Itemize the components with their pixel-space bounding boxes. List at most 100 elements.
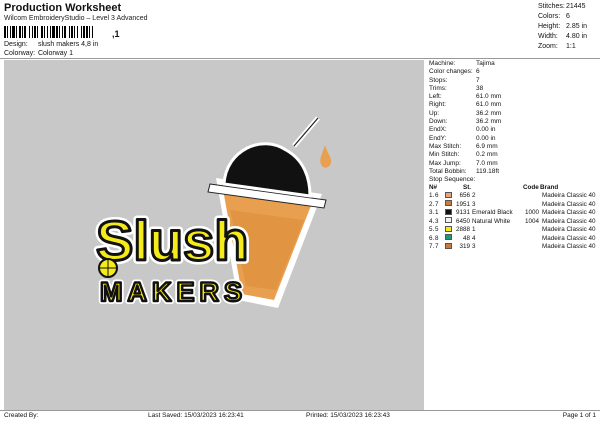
machine-info-panel: Machine: Tajima Color changes: 6 Stops: 7 Trim… (427, 60, 597, 410)
design-line: Design: slush makers 4,8 in (4, 41, 98, 48)
drop-icon (320, 145, 332, 168)
col-brand: Brand (540, 184, 559, 192)
stop-sequence-table: 1. 6 656 2 Madeira Classic 40 2. 7 1951 3 Madeira… (427, 191, 597, 253)
info-row: Down: 36.2 mm (427, 118, 597, 126)
info-value: 36.2 mm (476, 118, 502, 126)
barcode-bar (93, 26, 94, 38)
colorway-value: Colorway 1 (37, 50, 73, 57)
info-value: 7 (476, 76, 480, 84)
stat-value: 2.85 in (566, 23, 588, 30)
info-value: 61.0 mm (476, 101, 502, 109)
info-value: 38 (476, 84, 484, 92)
info-row: Color changes: 6 (427, 68, 597, 76)
info-label: Color changes: (429, 68, 473, 76)
row-stitches: 2888 (455, 226, 470, 234)
row-color-name: 1 (472, 226, 476, 234)
slush-word: Slush (96, 209, 248, 272)
info-value: Tajima (476, 60, 495, 67)
info-label: Max Jump: (429, 159, 461, 167)
row-stitches: 48 (462, 234, 470, 242)
stat-row: Width: 4.80 in (538, 32, 596, 42)
machine-info-list: Machine: Tajima Color changes: 6 Stops: 7 Trim… (427, 60, 597, 176)
info-label: Max Stitch: (429, 142, 462, 150)
info-label: Trims: (429, 84, 447, 92)
created-by: Created By: (4, 412, 39, 419)
info-value: 0.00 in (476, 126, 496, 134)
info-row: Machine: Tajima (427, 60, 597, 68)
info-label: Machine: (429, 60, 456, 67)
stat-label: Zoom: (538, 43, 558, 50)
row-needle: 8 (435, 234, 439, 242)
barcode-suffix: ,1 (112, 29, 120, 39)
row-color-name: 3 (472, 200, 476, 208)
col-name (471, 184, 523, 192)
design-label: Design: (4, 41, 28, 48)
info-row: Total Bobbin: 119.18ft (427, 168, 597, 176)
embroidery-design: Slush Slush MAKERS MAKERS (92, 116, 332, 310)
worksheet-title: Production Worksheet (4, 2, 122, 14)
row-index: 3. (429, 209, 435, 217)
info-label: Right: (429, 101, 446, 109)
lemon-icon (98, 258, 118, 278)
row-brand: Madeira Classic 40 (542, 200, 596, 208)
info-row: Left: 61.0 mm (427, 93, 597, 101)
row-index: 7. (429, 243, 435, 251)
table-row: 7. 7 319 3 Madeira Classic 40 (427, 242, 597, 253)
stat-value: 4.80 in (566, 33, 588, 40)
design-value: slush makers 4,8 in (37, 41, 99, 48)
row-brand: Madeira Classic 40 (542, 226, 596, 234)
row-stitches: 1951 (455, 200, 470, 208)
color-swatch (445, 242, 454, 253)
info-value: 0.00 in (476, 134, 496, 142)
last-saved: Last Saved: 15/03/2023 16:23:41 (148, 412, 244, 419)
makers-text-graphic: MAKERS MAKERS (97, 274, 247, 310)
info-row: Min Stitch: 0.2 mm (427, 151, 597, 159)
stat-row: Height: 2.85 in (538, 22, 596, 32)
stat-value: 6 (566, 13, 570, 20)
row-needle: 6 (435, 192, 439, 200)
info-row: Trims: 38 (427, 85, 597, 93)
info-value: 0.2 mm (476, 151, 498, 159)
stat-label: Width: (538, 33, 558, 40)
row-stitches: 6450 (455, 217, 470, 225)
info-label: Min Stitch: (429, 151, 460, 159)
row-stitches: 319 (459, 243, 470, 251)
info-row: EndY: 0.00 in (427, 135, 597, 143)
info-row: EndX: 0.00 in (427, 126, 597, 134)
row-index: 6. (429, 234, 435, 242)
row-code: 1000 (525, 209, 540, 217)
colorway-line: Colorway: Colorway 1 (4, 50, 73, 57)
row-needle: 1 (435, 209, 439, 217)
info-label: EndX: (429, 126, 447, 134)
stat-row: Zoom: 1:1 (538, 42, 596, 52)
info-label: Left: (429, 93, 442, 101)
stop-sequence-label: Stop Sequence: (427, 176, 597, 184)
row-index: 5. (429, 226, 435, 234)
info-value: 6.9 mm (476, 142, 498, 150)
stat-label: Stitches: (538, 3, 565, 10)
makers-word: MAKERS (100, 277, 247, 307)
info-value: 119.18ft (476, 167, 500, 175)
design-preview: Slush Slush MAKERS MAKERS (4, 60, 424, 410)
info-label: EndY: (429, 134, 447, 142)
row-stitches: 9131 (455, 209, 470, 217)
header-divider (0, 58, 600, 59)
row-index: 1. (429, 192, 435, 200)
stat-row: Colors: 6 (538, 12, 596, 22)
row-needle: 5 (435, 226, 439, 234)
row-index: 2. (429, 200, 435, 208)
info-label: Stops: (429, 76, 448, 84)
row-color-name: 3 (472, 243, 476, 251)
stat-value: 21445 (566, 3, 586, 10)
info-row: Max Stitch: 6.9 mm (427, 143, 597, 151)
row-brand: Madeira Classic 40 (542, 234, 596, 242)
stat-label: Colors: (538, 13, 561, 20)
info-value: 36.2 mm (476, 109, 502, 117)
row-brand: Madeira Classic 40 (542, 192, 596, 200)
col-st: St. (463, 184, 472, 192)
row-needle: 3 (435, 217, 439, 225)
row-index: 4. (429, 217, 435, 225)
info-row: Stops: 7 (427, 77, 597, 85)
info-label: Up: (429, 109, 440, 117)
stat-label: Height: (538, 23, 561, 30)
